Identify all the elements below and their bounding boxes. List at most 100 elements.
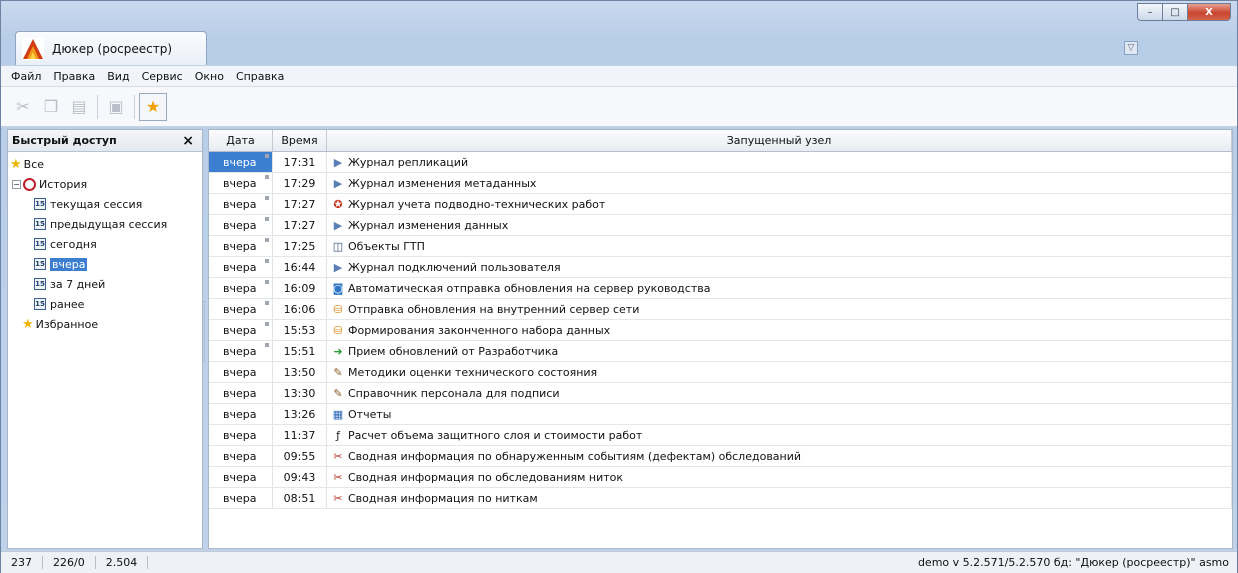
close-button[interactable]: X — [1187, 3, 1231, 21]
table-row[interactable]: вчера 13:26 ▦ Отчеты — [209, 404, 1232, 425]
table-row[interactable]: вчера 17:27 ▶ Журнал изменения данных — [209, 215, 1232, 236]
tree-item-previous-session[interactable]: 15 предыдущая сессия — [8, 214, 202, 234]
close-panel-icon[interactable]: × — [182, 133, 194, 149]
cell-time[interactable]: 17:27 — [273, 215, 327, 235]
table-row[interactable]: вчера 17:25 ◫ Объекты ГТП — [209, 236, 1232, 257]
table-row[interactable]: вчера 15:51 ➜ Прием обновлений от Разработч… — [209, 341, 1232, 362]
table-row[interactable]: вчера 16:44 ▶ Журнал подключений пользовате… — [209, 257, 1232, 278]
column-header-node[interactable]: Запущенный узел — [327, 130, 1232, 151]
cell-date[interactable]: вчера — [209, 215, 273, 235]
cell-date[interactable]: вчера — [209, 425, 273, 445]
table-row[interactable]: вчера 16:06 ⛁ Отправка обновления на внутре… — [209, 299, 1232, 320]
cell-date[interactable]: вчера — [209, 446, 273, 466]
cell-node[interactable]: ✎ Методики оценки технического состояния — [327, 362, 1232, 382]
cell-date[interactable]: вчера — [209, 383, 273, 403]
cell-time[interactable]: 17:31 — [273, 152, 327, 172]
table-row[interactable]: вчера 16:09 ◙ Автоматическая отправка обнов… — [209, 278, 1232, 299]
cell-date[interactable]: вчера — [209, 467, 273, 487]
table-row[interactable]: вчера 13:50 ✎ Методики оценки технического … — [209, 362, 1232, 383]
cell-time[interactable]: 11:37 — [273, 425, 327, 445]
table-row[interactable]: вчера 17:27 ✪ Журнал учета подводно-техниче… — [209, 194, 1232, 215]
column-header-date[interactable]: Дата — [209, 130, 273, 151]
table-row[interactable]: вчера 09:43 ✂ Сводная информация по обследо… — [209, 467, 1232, 488]
cell-time[interactable]: 13:50 — [273, 362, 327, 382]
column-header-time[interactable]: Время — [273, 130, 327, 151]
cell-time[interactable]: 09:55 — [273, 446, 327, 466]
cell-node[interactable]: ▶ Журнал репликаций — [327, 152, 1232, 172]
table-row[interactable]: вчера 15:53 ⛁ Формирования законченного наб… — [209, 320, 1232, 341]
cell-node[interactable]: ✂ Сводная информация по обследованиям нит… — [327, 467, 1232, 487]
cell-node[interactable]: ✪ Журнал учета подводно-технических работ — [327, 194, 1232, 214]
cell-time[interactable]: 15:51 — [273, 341, 327, 361]
cell-node[interactable]: ✂ Сводная информация по обнаруженным собы… — [327, 446, 1232, 466]
cell-date[interactable]: вчера — [209, 362, 273, 382]
tree-item-favorites[interactable]: ★ Избранное — [8, 314, 202, 334]
cell-date[interactable]: вчера — [209, 404, 273, 424]
cell-time[interactable]: 16:44 — [273, 257, 327, 277]
cell-date[interactable]: вчера — [209, 299, 273, 319]
cell-node[interactable]: ⛁ Отправка обновления на внутренний серве… — [327, 299, 1232, 319]
tree-item-last-7-days[interactable]: 15 за 7 дней — [8, 274, 202, 294]
properties-button[interactable]: ▣ — [102, 93, 130, 121]
cell-node[interactable]: ⛁ Формирования законченного набора данных — [327, 320, 1232, 340]
cell-node[interactable]: ➜ Прием обновлений от Разработчика — [327, 341, 1232, 361]
cell-node[interactable]: ✎ Справочник персонала для подписи — [327, 383, 1232, 403]
minimize-button[interactable]: – — [1137, 3, 1163, 21]
cell-date[interactable]: вчера — [209, 236, 273, 256]
cell-time[interactable]: 15:53 — [273, 320, 327, 340]
quick-access-panel: Быстрый доступ × ★ Все − История 15 теку… — [7, 129, 203, 549]
cell-time[interactable]: 13:26 — [273, 404, 327, 424]
tree-item-yesterday[interactable]: 15 вчера — [8, 254, 202, 274]
favorites-toggle-button[interactable]: ★ — [139, 92, 167, 121]
cell-time[interactable]: 16:09 — [273, 278, 327, 298]
table-row[interactable]: вчера 13:30 ✎ Справочник персонала для подп… — [209, 383, 1232, 404]
cell-node[interactable]: ✂ Сводная информация по ниткам — [327, 488, 1232, 508]
cell-time[interactable]: 13:30 — [273, 383, 327, 403]
cell-date[interactable]: вчера — [209, 152, 273, 172]
cell-node[interactable]: ƒ Расчет объема защитного слоя и стоимост… — [327, 425, 1232, 445]
copy-button[interactable]: ❐ — [37, 93, 65, 121]
cell-date[interactable]: вчера — [209, 194, 273, 214]
cell-date[interactable]: вчера — [209, 341, 273, 361]
table-row[interactable]: вчера 08:51 ✂ Сводная информация по ниткам — [209, 488, 1232, 509]
cell-time[interactable]: 17:29 — [273, 173, 327, 193]
cell-time[interactable]: 08:51 — [273, 488, 327, 508]
cell-node[interactable]: ◫ Объекты ГТП — [327, 236, 1232, 256]
tree-item-today[interactable]: 15 сегодня — [8, 234, 202, 254]
menu-service[interactable]: Сервис — [136, 70, 189, 83]
cell-node[interactable]: ◙ Автоматическая отправка обновления на с… — [327, 278, 1232, 298]
menu-view[interactable]: Вид — [101, 70, 135, 83]
maximize-button[interactable]: □ — [1162, 3, 1188, 21]
cell-node[interactable]: ▶ Журнал изменения данных — [327, 215, 1232, 235]
menu-file[interactable]: Файл — [5, 70, 47, 83]
cell-time[interactable]: 09:43 — [273, 467, 327, 487]
cell-time[interactable]: 16:06 — [273, 299, 327, 319]
menu-help[interactable]: Справка — [230, 70, 290, 83]
menu-edit[interactable]: Правка — [47, 70, 101, 83]
cell-date[interactable]: вчера — [209, 278, 273, 298]
table-row[interactable]: вчера 11:37 ƒ Расчет объема защитного слоя … — [209, 425, 1232, 446]
menu-window[interactable]: Окно — [189, 70, 230, 83]
cell-node[interactable]: ▶ Журнал изменения метаданных — [327, 173, 1232, 193]
cell-date[interactable]: вчера — [209, 257, 273, 277]
cell-time[interactable]: 17:27 — [273, 194, 327, 214]
panel-splitter[interactable] — [204, 301, 206, 361]
tree-item-all[interactable]: ★ Все — [8, 154, 202, 174]
paste-button[interactable]: ▤ — [65, 93, 93, 121]
document-tab[interactable]: Дюкер (росреестр) — [15, 31, 207, 65]
tab-list-dropdown[interactable]: ▽ — [1124, 41, 1138, 55]
cell-time[interactable]: 17:25 — [273, 236, 327, 256]
cell-date[interactable]: вчера — [209, 488, 273, 508]
table-row[interactable]: вчера 17:31 ▶ Журнал репликаций — [209, 152, 1232, 173]
tree-item-history[interactable]: − История — [8, 174, 202, 194]
cell-node[interactable]: ▶ Журнал подключений пользователя — [327, 257, 1232, 277]
tree-item-current-session[interactable]: 15 текущая сессия — [8, 194, 202, 214]
cell-node[interactable]: ▦ Отчеты — [327, 404, 1232, 424]
cell-date[interactable]: вчера — [209, 320, 273, 340]
collapse-toggle-icon[interactable]: − — [12, 179, 21, 189]
table-row[interactable]: вчера 17:29 ▶ Журнал изменения метаданных — [209, 173, 1232, 194]
cell-date[interactable]: вчера — [209, 173, 273, 193]
cut-button[interactable]: ✂ — [9, 93, 37, 121]
tree-item-earlier[interactable]: 15 ранее — [8, 294, 202, 314]
table-row[interactable]: вчера 09:55 ✂ Сводная информация по обнаруж… — [209, 446, 1232, 467]
